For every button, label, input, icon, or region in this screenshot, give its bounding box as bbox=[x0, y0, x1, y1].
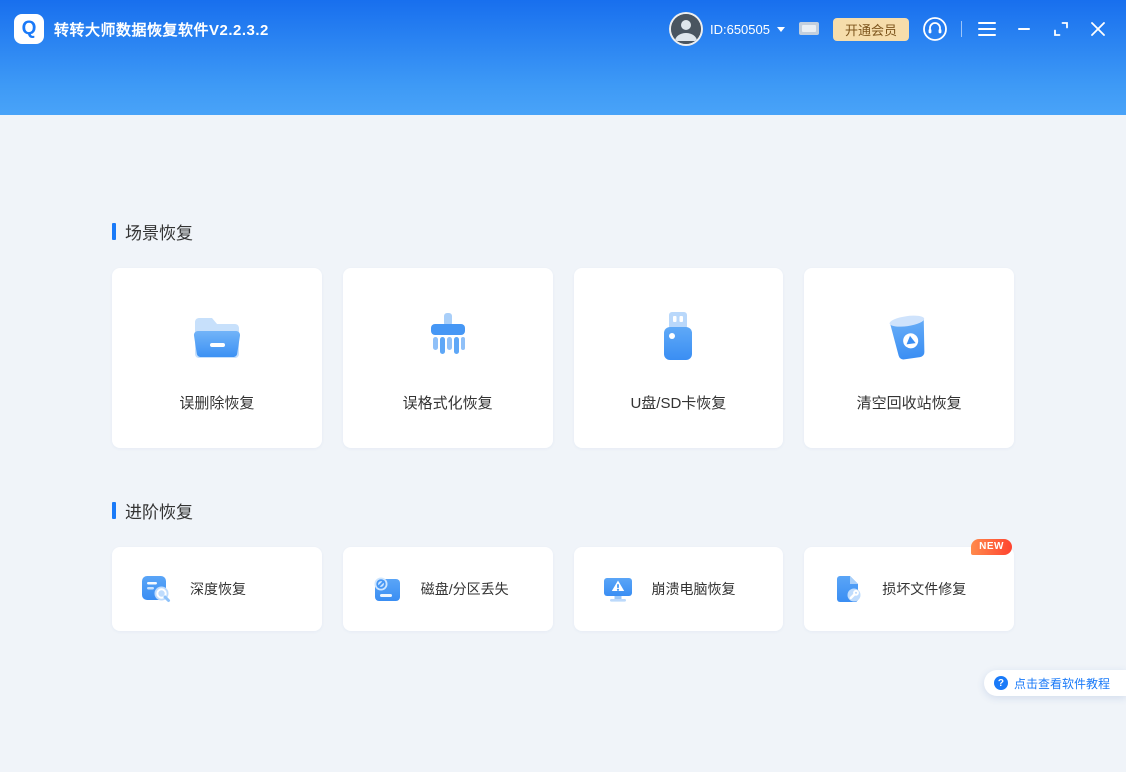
open-vip-button[interactable]: 开通会员 bbox=[833, 18, 909, 41]
hamburger-menu-icon bbox=[978, 22, 996, 36]
file-repair-icon bbox=[830, 571, 866, 607]
customer-service-icon bbox=[922, 16, 948, 42]
question-icon: ? bbox=[994, 676, 1008, 690]
minimize-icon bbox=[1018, 28, 1030, 30]
card-deep-recovery[interactable]: 深度恢复 bbox=[112, 547, 322, 631]
usb-drive-icon bbox=[646, 304, 710, 368]
app-title: 转转大师数据恢复软件V2.2.3.2 bbox=[54, 19, 269, 40]
section-title-bar bbox=[112, 223, 116, 240]
fullscreen-icon bbox=[1054, 22, 1068, 36]
card-unformat-recovery[interactable]: 误格式化恢复 bbox=[343, 268, 553, 448]
card-label: 清空回收站恢复 bbox=[857, 392, 962, 413]
deep-scan-icon bbox=[138, 571, 174, 607]
advanced-card-grid: 深度恢复 磁盘/分区丢失 bbox=[112, 547, 1014, 631]
user-account-menu[interactable]: ID:650505 bbox=[669, 12, 785, 46]
brush-icon bbox=[416, 304, 480, 368]
crashed-computer-icon bbox=[600, 571, 636, 607]
menu-button[interactable] bbox=[975, 17, 999, 41]
disk-partition-icon bbox=[369, 571, 405, 607]
header-divider bbox=[961, 21, 962, 37]
card-usb-sd-recovery[interactable]: U盘/SD卡恢复 bbox=[574, 268, 784, 448]
close-icon bbox=[1091, 22, 1105, 36]
maximize-button[interactable] bbox=[1049, 17, 1073, 41]
main-content: 场景恢复 误删除恢复 bbox=[0, 219, 1126, 631]
card-crashed-computer-recovery[interactable]: 崩溃电脑恢复 bbox=[574, 547, 784, 631]
card-recycle-bin-recovery[interactable]: 清空回收站恢复 bbox=[804, 268, 1014, 448]
card-label: U盘/SD卡恢复 bbox=[630, 392, 726, 413]
section-title-advanced: 进阶恢复 bbox=[112, 498, 1014, 523]
card-file-repair[interactable]: NEW 损坏文件修复 bbox=[804, 547, 1014, 631]
section-title-text: 场景恢复 bbox=[125, 219, 193, 244]
folder-icon bbox=[185, 304, 249, 368]
card-undelete-recovery[interactable]: 误删除恢复 bbox=[112, 268, 322, 448]
user-id: ID:650505 bbox=[710, 22, 770, 37]
user-avatar-icon bbox=[671, 14, 701, 44]
customer-service-button[interactable] bbox=[922, 16, 948, 42]
card-disk-partition-loss[interactable]: 磁盘/分区丢失 bbox=[343, 547, 553, 631]
tutorial-label: 点击查看软件教程 bbox=[1014, 675, 1110, 692]
close-button[interactable] bbox=[1086, 17, 1110, 41]
card-label: 误删除恢复 bbox=[179, 392, 254, 413]
section-title-scene: 场景恢复 bbox=[112, 219, 1014, 244]
scene-card-grid: 误删除恢复 误格式化恢复 bbox=[112, 268, 1014, 448]
card-label: 崩溃电脑恢复 bbox=[652, 579, 736, 599]
section-title-text: 进阶恢复 bbox=[125, 498, 193, 523]
new-badge: NEW bbox=[971, 539, 1012, 555]
card-label: 误格式化恢复 bbox=[403, 392, 493, 413]
section-title-bar bbox=[112, 502, 116, 519]
app-logo-icon: Q bbox=[14, 14, 44, 44]
display-button[interactable] bbox=[798, 20, 820, 38]
monitor-icon bbox=[798, 20, 820, 38]
card-label: 损坏文件修复 bbox=[882, 579, 966, 599]
chevron-down-icon bbox=[777, 27, 785, 32]
avatar[interactable] bbox=[669, 12, 703, 46]
titlebar: Q 转转大师数据恢复软件V2.2.3.2 ID:650505 bbox=[0, 0, 1126, 58]
tutorial-button[interactable]: ? 点击查看软件教程 bbox=[984, 670, 1126, 696]
card-label: 磁盘/分区丢失 bbox=[421, 579, 509, 599]
recycle-bin-icon bbox=[877, 304, 941, 368]
card-label: 深度恢复 bbox=[190, 579, 246, 599]
minimize-button[interactable] bbox=[1012, 17, 1036, 41]
header: Q 转转大师数据恢复软件V2.2.3.2 ID:650505 bbox=[0, 0, 1126, 115]
